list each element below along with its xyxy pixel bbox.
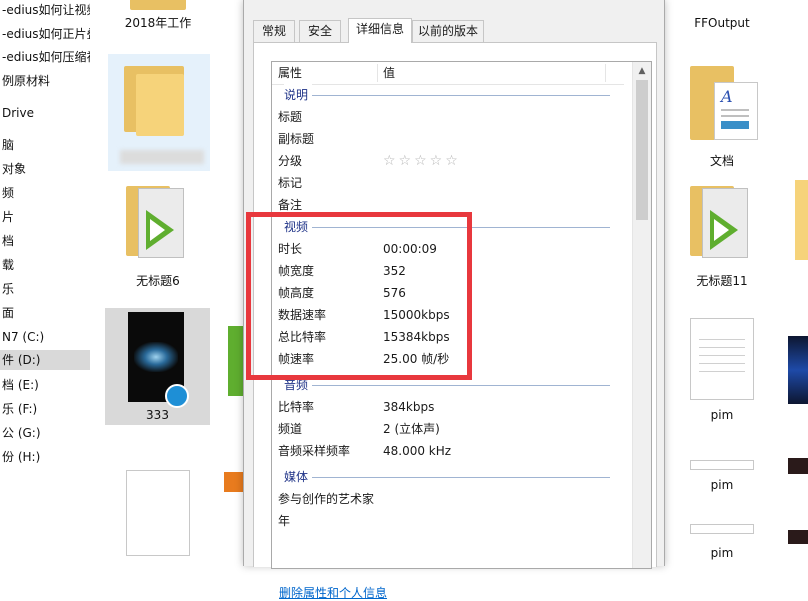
property-name: 标记 bbox=[278, 176, 303, 190]
scroll-up-icon[interactable]: ▲ bbox=[633, 62, 651, 80]
property-name: 频道 bbox=[278, 422, 303, 436]
nav-item[interactable]: -edius如何正片叠 bbox=[0, 24, 90, 44]
file-item[interactable]: pim bbox=[672, 314, 772, 424]
property-name: 比特率 bbox=[278, 400, 315, 414]
play-icon-inner bbox=[150, 219, 165, 241]
media-player-icon bbox=[165, 384, 189, 408]
file-item[interactable]: pim bbox=[672, 520, 772, 566]
tab-security[interactable]: 安全 bbox=[299, 20, 341, 42]
nav-item[interactable]: -edius如何压缩视 bbox=[0, 47, 90, 67]
document-item[interactable] bbox=[108, 466, 208, 566]
file-label: 无标题11 bbox=[696, 274, 748, 288]
nav-item-downloads[interactable]: 载 bbox=[0, 255, 14, 275]
play-icon-inner bbox=[714, 219, 729, 241]
video-thumbnail bbox=[788, 336, 808, 404]
nav-item-music[interactable]: 乐 bbox=[0, 279, 14, 299]
nav-item-desktop[interactable]: 面 bbox=[0, 303, 14, 323]
word-document-icon: A bbox=[714, 82, 758, 140]
list-header: 属性 值 bbox=[272, 62, 624, 85]
file-item[interactable]: pim bbox=[672, 456, 772, 496]
file-label: pim bbox=[710, 408, 734, 422]
group-description: 说明 bbox=[272, 84, 624, 106]
property-name: 标题 bbox=[278, 110, 303, 124]
nav-item-drive-c[interactable]: N7 (C:) bbox=[0, 327, 44, 347]
property-value: 48.000 kHz bbox=[383, 444, 452, 458]
document-icon bbox=[690, 318, 754, 400]
file-label: pim bbox=[710, 546, 734, 560]
property-name: 年 bbox=[278, 514, 291, 528]
tab-previous-versions[interactable]: 以前的版本 bbox=[412, 20, 484, 42]
file-label: 文档 bbox=[709, 154, 734, 168]
folder-icon bbox=[130, 0, 186, 12]
group-label: 媒体 bbox=[284, 466, 313, 488]
folder-item[interactable]: 2018年工作 bbox=[108, 0, 208, 40]
nav-item-3d-objects[interactable]: 对象 bbox=[0, 159, 26, 179]
highlight-annotation bbox=[246, 212, 472, 380]
property-row[interactable]: 标题 bbox=[272, 106, 624, 128]
group-label: 说明 bbox=[284, 84, 313, 106]
property-row[interactable]: 音频采样频率 48.000 kHz bbox=[272, 440, 624, 462]
property-name: 音频采样频率 bbox=[278, 444, 351, 458]
vertical-scrollbar[interactable]: ▲ bbox=[632, 62, 651, 568]
partial-icon bbox=[228, 326, 243, 396]
property-row[interactable]: 分级 ☆☆☆☆☆ bbox=[272, 150, 624, 172]
nav-item-drive-e[interactable]: 档 (E:) bbox=[0, 375, 39, 395]
nav-item-videos[interactable]: 频 bbox=[0, 183, 14, 203]
folder-icon bbox=[124, 66, 184, 136]
nav-item-drive-g[interactable]: 公 (G:) bbox=[0, 423, 41, 443]
group-media: 媒体 bbox=[272, 466, 624, 488]
file-label: pim bbox=[710, 478, 734, 492]
scroll-thumb[interactable] bbox=[636, 80, 648, 220]
folder-item[interactable]: FFOutput bbox=[672, 0, 772, 40]
document-icon bbox=[690, 524, 754, 534]
nav-item[interactable]: 例原材料 bbox=[0, 71, 50, 91]
property-name: 分级 bbox=[278, 154, 303, 168]
file-label: FFOutput bbox=[694, 16, 750, 30]
property-row[interactable]: 参与创作的艺术家 bbox=[272, 488, 624, 510]
property-row[interactable]: 频道 2 (立体声) bbox=[272, 418, 624, 440]
folder-item-selected[interactable] bbox=[108, 54, 210, 171]
document-icon bbox=[690, 460, 754, 470]
property-name: 副标题 bbox=[278, 132, 315, 146]
nav-item-drive-h[interactable]: 份 (H:) bbox=[0, 447, 40, 467]
folder-icon bbox=[795, 180, 808, 260]
property-row[interactable]: 比特率 384kbps bbox=[272, 396, 624, 418]
blurred-name bbox=[120, 150, 204, 164]
remove-properties-link[interactable]: 删除属性和个人信息 bbox=[279, 584, 387, 601]
nav-item[interactable]: -edius如何让视频 bbox=[0, 0, 90, 20]
tab-details[interactable]: 详细信息 bbox=[348, 18, 412, 43]
nav-item-onedrive[interactable]: Drive bbox=[0, 103, 34, 123]
nav-item-documents[interactable]: 档 bbox=[0, 231, 14, 251]
video-file-item[interactable]: 无标题11 bbox=[672, 180, 772, 290]
navigation-pane: -edius如何让视频 -edius如何正片叠 -edius如何压缩视 例原材料… bbox=[0, 0, 90, 566]
rating-stars[interactable]: ☆☆☆☆☆ bbox=[383, 150, 461, 172]
property-row[interactable]: 副标题 bbox=[272, 128, 624, 150]
file-label: 2018年工作 bbox=[124, 16, 192, 30]
column-header-property[interactable]: 属性 bbox=[272, 62, 378, 84]
video-thumbnail bbox=[788, 530, 808, 544]
property-row[interactable]: 标记 bbox=[272, 172, 624, 194]
property-name: 参与创作的艺术家 bbox=[278, 492, 375, 506]
nav-item-drive-d[interactable]: 件 (D:) bbox=[0, 350, 90, 370]
video-file-item[interactable]: 无标题6 bbox=[108, 180, 208, 290]
tab-general[interactable]: 常规 bbox=[253, 20, 295, 42]
column-header-value[interactable]: 值 bbox=[377, 62, 608, 84]
partial-icon bbox=[224, 472, 243, 492]
video-file-item-selected[interactable]: 333 bbox=[105, 308, 210, 425]
file-label: 333 bbox=[146, 408, 169, 422]
nav-item-drive-f[interactable]: 乐 (F:) bbox=[0, 399, 37, 419]
property-value: 2 (立体声) bbox=[383, 422, 440, 436]
file-label: 无标题6 bbox=[136, 274, 180, 288]
document-icon bbox=[126, 470, 190, 556]
document-file-item[interactable]: A 文档 bbox=[672, 60, 772, 170]
property-value: 384kbps bbox=[383, 400, 435, 414]
nav-item-pictures[interactable]: 片 bbox=[0, 207, 14, 227]
nav-item-this-pc[interactable]: 脑 bbox=[0, 135, 14, 155]
property-row[interactable]: 年 bbox=[272, 510, 624, 532]
video-thumbnail bbox=[788, 458, 808, 474]
